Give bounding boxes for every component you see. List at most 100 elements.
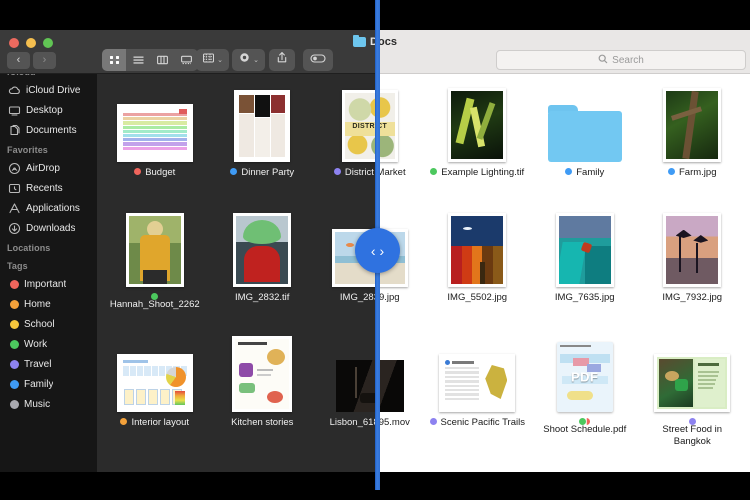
file-thumbnail[interactable] xyxy=(439,330,516,412)
file-name: Dinner Party xyxy=(241,167,295,178)
sidebar-item-label: Applications xyxy=(26,202,80,214)
file-label: Farm.jpg xyxy=(668,167,716,179)
file-item[interactable]: Budget xyxy=(101,80,209,205)
file-thumbnail[interactable] xyxy=(116,330,193,412)
file-item[interactable]: Hannah_Shoot_2262 xyxy=(101,205,209,330)
sidebar-item-desktop[interactable]: Desktop xyxy=(0,100,97,120)
comparison-slider-handle[interactable]: ‹ › xyxy=(355,228,400,273)
thumbnail-photo xyxy=(448,88,507,162)
important-tag-dot xyxy=(10,279,19,289)
file-tag-dots xyxy=(565,168,573,175)
file-name: Street Food in Bangkok xyxy=(662,424,723,447)
sidebar-item-recents[interactable]: Recents xyxy=(0,178,97,198)
sidebar-item-family[interactable]: Family xyxy=(0,374,97,394)
file-item[interactable]: Interior layout xyxy=(101,330,209,455)
file-tag-dots xyxy=(430,168,438,175)
file-thumbnail[interactable] xyxy=(555,205,614,287)
sidebar-item-music[interactable]: Music xyxy=(0,394,97,414)
file-thumbnail[interactable] xyxy=(234,80,291,162)
file-name: Farm.jpg xyxy=(679,167,717,178)
file-label: IMG_7635.jpg xyxy=(555,292,615,304)
file-label: IMG_5502.jpg xyxy=(447,292,507,304)
downloads-icon xyxy=(8,222,21,235)
file-name: Kitchen stories xyxy=(231,417,294,428)
action-menu-button[interactable]: ⌄ xyxy=(232,49,265,71)
search-field[interactable]: Search xyxy=(496,50,746,70)
file-item[interactable]: Dinner Party xyxy=(209,80,317,205)
file-thumbnail[interactable] xyxy=(448,205,507,287)
sidebar-item-travel[interactable]: Travel xyxy=(0,354,97,374)
file-item[interactable]: PDF Shoot Schedule.pdf xyxy=(531,330,639,455)
sidebar-item-work[interactable]: Work xyxy=(0,334,97,354)
sidebar-item-documents[interactable]: Documents xyxy=(0,120,97,140)
file-item[interactable]: Family xyxy=(531,80,639,205)
file-item[interactable]: IMG_5502.jpg xyxy=(424,205,532,330)
recents-icon xyxy=(8,182,21,195)
file-thumbnail[interactable] xyxy=(663,80,722,162)
documents-icon xyxy=(8,124,21,137)
sidebar-item-icloud-drive[interactable]: iCloud Drive xyxy=(0,80,97,100)
sidebar-item-important[interactable]: Important xyxy=(0,274,97,294)
thumbnail-document xyxy=(232,336,293,412)
thumbnail-photo xyxy=(125,213,184,287)
file-label: Interior layout xyxy=(120,417,189,429)
file-item[interactable]: Example Lighting.tif xyxy=(424,80,532,205)
sidebar-item-label: Work xyxy=(24,338,48,350)
file-item[interactable]: Farm.jpg xyxy=(639,80,747,205)
thumbnail-document xyxy=(654,354,731,412)
sidebar-section-title: Locations xyxy=(7,243,51,253)
forward-button[interactable]: › xyxy=(33,52,56,69)
sidebar-item-label: Music xyxy=(24,398,51,410)
gallery-view-button[interactable] xyxy=(174,49,198,71)
share-icon xyxy=(276,51,288,69)
file-thumbnail[interactable]: PDF xyxy=(556,330,613,412)
file-thumbnail[interactable] xyxy=(233,205,292,287)
sidebar-item-applications[interactable]: Applications xyxy=(0,198,97,218)
file-tag-dots xyxy=(134,168,142,175)
sidebar-item-label: iCloud Drive xyxy=(26,84,81,96)
sidebar-item-school[interactable]: School xyxy=(0,314,97,334)
file-item[interactable]: Street Food in Bangkok xyxy=(639,330,747,455)
file-label: Scenic Pacific Trails xyxy=(429,417,525,429)
file-label: Dinner Party xyxy=(230,167,294,179)
desktop-icon xyxy=(8,104,21,117)
file-item[interactable]: IMG_2832.tif xyxy=(209,205,317,330)
file-thumbnail[interactable] xyxy=(663,205,722,287)
file-item[interactable]: Scenic Pacific Trails xyxy=(424,330,532,455)
view-mode-segmented-control xyxy=(102,49,198,71)
share-button[interactable] xyxy=(269,49,295,71)
sidebar-item-downloads[interactable]: Downloads xyxy=(0,218,97,238)
file-name: Hannah_Shoot_2262 xyxy=(109,299,200,310)
file-label: Hannah_Shoot_2262 xyxy=(107,292,203,311)
sidebar-item-label: Important xyxy=(24,278,67,290)
file-item[interactable]: Kitchen stories xyxy=(209,330,317,455)
file-name: Interior layout xyxy=(131,417,190,428)
screenshot-stage: iCloud iCloud Drive Desktop Documents Fa… xyxy=(0,0,750,500)
chevron-right-icon: › xyxy=(379,242,385,259)
list-view-button[interactable] xyxy=(126,49,150,71)
file-thumbnail[interactable] xyxy=(654,330,731,412)
file-thumbnail[interactable] xyxy=(448,80,507,162)
tag-button[interactable] xyxy=(303,49,333,71)
folder-icon xyxy=(353,35,367,47)
file-thumbnail[interactable] xyxy=(116,80,193,162)
family-tag-dot xyxy=(10,379,19,389)
sidebar-item-airdrop[interactable]: AirDrop xyxy=(0,158,97,178)
group-by-icon xyxy=(202,51,215,69)
file-thumbnail[interactable] xyxy=(125,205,184,287)
file-tag-dots xyxy=(120,418,128,425)
sidebar-item-label: Family xyxy=(24,378,54,390)
file-name: Scenic Pacific Trails xyxy=(440,417,525,428)
icon-view-button[interactable] xyxy=(102,49,126,71)
sidebar-item-home[interactable]: Home xyxy=(0,294,97,314)
search-icon xyxy=(598,54,608,67)
cloud-icon xyxy=(8,84,21,97)
group-by-button[interactable]: ⌄ xyxy=(196,49,229,71)
file-item[interactable]: IMG_7635.jpg xyxy=(531,205,639,330)
column-view-button[interactable] xyxy=(150,49,174,71)
file-thumbnail[interactable] xyxy=(547,80,622,162)
file-tag-dots xyxy=(333,168,341,175)
file-item[interactable]: IMG_7932.jpg xyxy=(639,205,747,330)
file-thumbnail[interactable] xyxy=(232,330,293,412)
back-button[interactable]: ‹ xyxy=(7,52,30,69)
